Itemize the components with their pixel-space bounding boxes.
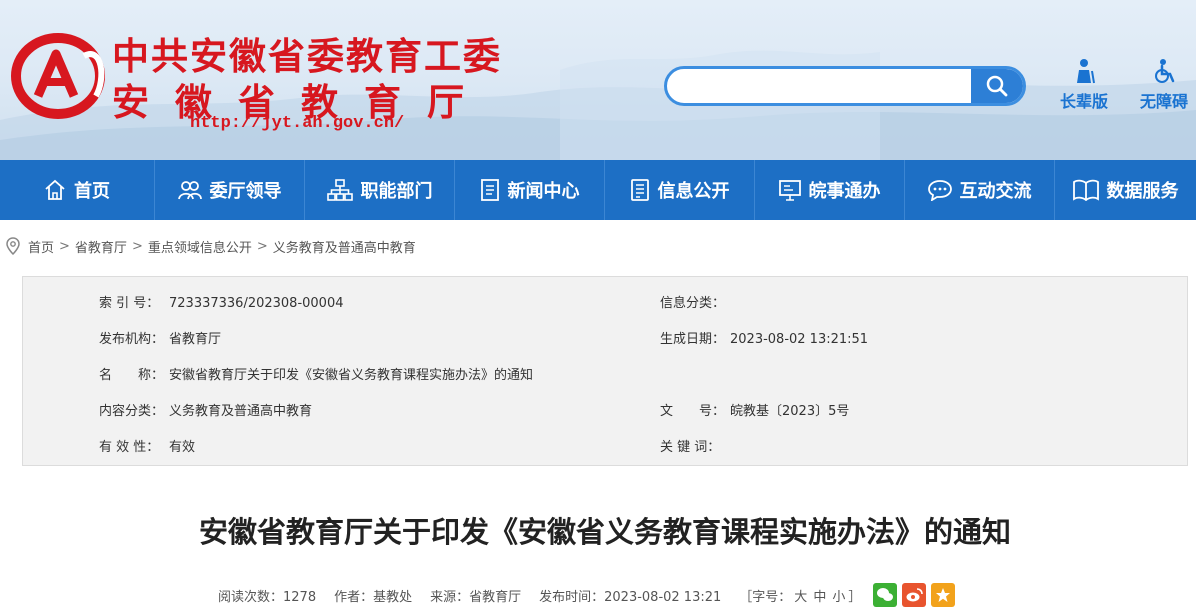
font-size-small[interactable]: 小 <box>832 586 845 605</box>
font-size-large[interactable]: 大 <box>794 586 807 605</box>
main-nav: 首页 委厅领导 职能部门 新闻中心 信息公开 皖事通办 互动交流 数据服务 <box>0 160 1196 220</box>
font-size-medium[interactable]: 中 <box>813 586 826 605</box>
nav-item-home[interactable]: 首页 <box>0 160 155 220</box>
info-name: 名 称： 安徽省教育厅关于印发《安徽省义务教育课程实施办法》的通知 <box>99 364 533 383</box>
info-value: 安徽省教育厅关于印发《安徽省义务教育课程实施办法》的通知 <box>169 368 534 383</box>
accessibility-label: 无障碍 <box>1140 92 1189 111</box>
chat-icon <box>927 180 952 201</box>
read-count: 阅读次数：1278 <box>218 589 317 605</box>
nav-item-data-services[interactable]: 数据服务 <box>1055 160 1196 220</box>
wechat-icon <box>877 588 894 601</box>
font-size-suffix: ］ <box>848 589 862 605</box>
info-publisher: 发布机构： 省教育厅 <box>99 328 221 347</box>
article-meta: 阅读次数：1278 作者：基教处 来源：省教育厅 发布时间：2023-08-02… <box>218 582 956 608</box>
nav-item-leaders[interactable]: 委厅领导 <box>155 160 305 220</box>
info-label: 关 键 词： <box>660 440 721 455</box>
info-label: 生成日期： <box>660 332 726 347</box>
search-icon <box>986 75 1008 97</box>
info-label: 名 称： <box>99 368 165 383</box>
info-value: 省教育厅 <box>169 332 222 347</box>
nav-item-interaction[interactable]: 互动交流 <box>905 160 1055 220</box>
info-label: 文 号： <box>660 404 726 419</box>
info-label: 索 引 号： <box>99 296 160 311</box>
elder-mode-link[interactable]: 长辈版 <box>1060 58 1108 112</box>
info-label: 发布机构： <box>99 332 165 347</box>
share-weibo-button[interactable] <box>902 583 927 607</box>
info-created-date: 生成日期： 2023-08-02 13:21:51 <box>660 328 868 347</box>
breadcrumb-department[interactable]: 省教育厅 <box>75 237 127 256</box>
favorite-button[interactable] <box>931 583 956 607</box>
search-box <box>664 66 1026 106</box>
nav-label: 互动交流 <box>959 181 1032 202</box>
document-info-table: 索 引 号： 723337336/202308-00004 信息分类： 发布机构：… <box>22 276 1188 466</box>
info-validity: 有 效 性： 有效 <box>99 436 195 455</box>
logo-icon <box>11 33 105 119</box>
breadcrumb-disclosure[interactable]: 重点领域信息公开 <box>148 237 252 256</box>
search-input[interactable] <box>667 69 973 103</box>
info-doc-number: 文 号： 皖教基〔2023〕5号 <box>660 400 849 419</box>
elder-mode-label: 长辈版 <box>1060 92 1109 111</box>
info-label: 信息分类： <box>660 296 726 311</box>
breadcrumb-separator: > <box>59 238 70 254</box>
breadcrumb-separator: > <box>131 238 143 254</box>
breadcrumb-current[interactable]: 义务教育及普通高中教育 <box>273 237 416 256</box>
nav-label: 首页 <box>74 181 110 202</box>
info-value: 有效 <box>169 440 196 455</box>
info-value: 2023-08-02 13:21:51 <box>730 332 869 347</box>
people-icon <box>177 181 202 200</box>
site-url[interactable]: http://jyt.ah.gov.cn/ <box>190 114 404 133</box>
article-source: 来源：省教育厅 <box>430 589 522 605</box>
info-label: 有 效 性： <box>99 440 160 455</box>
nav-label: 职能部门 <box>360 181 433 202</box>
font-size-prefix: ［字号： <box>739 589 792 605</box>
info-category: 信息分类： <box>660 292 730 311</box>
favorite-icon <box>936 588 951 602</box>
org-chart-icon <box>326 179 353 201</box>
article-title: 安徽省教育厅关于印发《安徽省义务教育课程实施办法》的通知 <box>198 515 1011 549</box>
share-wechat-button[interactable] <box>873 583 898 607</box>
nav-item-services[interactable]: 皖事通办 <box>755 160 905 220</box>
info-list-icon <box>630 179 649 201</box>
publish-time: 发布时间：2023-08-02 13:21 <box>539 589 722 605</box>
location-pin-icon <box>6 237 20 255</box>
weibo-icon <box>906 588 924 602</box>
nav-label: 皖事通办 <box>808 181 881 202</box>
nav-label: 委厅领导 <box>209 181 282 202</box>
info-content-category: 内容分类： 义务教育及普通高中教育 <box>99 400 312 419</box>
info-index-no: 索 引 号： 723337336/202308-00004 <box>99 292 344 311</box>
nav-label: 信息公开 <box>657 181 730 202</box>
breadcrumb-separator: > <box>256 238 268 254</box>
nav-label: 数据服务 <box>1106 181 1179 202</box>
monitor-icon <box>778 180 801 201</box>
info-keywords: 关 键 词： <box>660 436 730 455</box>
nav-label: 新闻中心 <box>507 181 580 202</box>
article-author: 作者：基教处 <box>334 589 413 605</box>
nav-item-info-disclosure[interactable]: 信息公开 <box>605 160 755 220</box>
info-value: 723337336/202308-00004 <box>169 296 344 311</box>
accessibility-link[interactable]: 无障碍 <box>1140 58 1188 112</box>
info-value: 皖教基〔2023〕5号 <box>730 404 850 419</box>
info-value: 义务教育及普通高中教育 <box>169 404 313 419</box>
document-icon <box>480 179 499 201</box>
wheelchair-icon <box>1155 59 1175 83</box>
breadcrumb: 首页 > 省教育厅 > 重点领域信息公开 > 义务教育及普通高中教育 <box>6 236 416 256</box>
nav-item-departments[interactable]: 职能部门 <box>305 160 455 220</box>
search-button[interactable] <box>971 69 1023 103</box>
header-banner: 中共安徽省委教育工委 安徽省教育厅 http://jyt.ah.gov.cn/ … <box>0 0 1196 160</box>
nav-item-news[interactable]: 新闻中心 <box>455 160 605 220</box>
info-label: 内容分类： <box>99 404 165 419</box>
elder-person-icon <box>1077 59 1095 84</box>
breadcrumb-home[interactable]: 首页 <box>28 237 54 256</box>
home-icon <box>45 179 65 200</box>
book-icon <box>1072 179 1099 201</box>
